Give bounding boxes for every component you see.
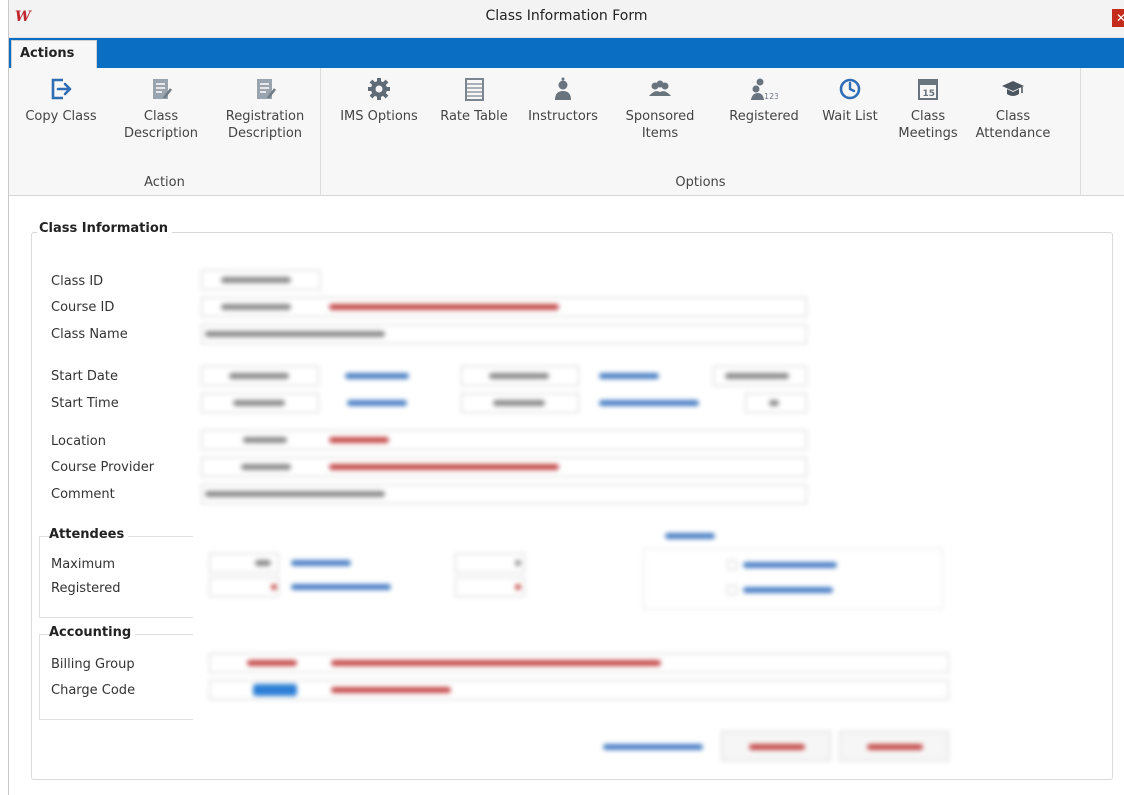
- obscured-text: [515, 560, 521, 566]
- registered-input[interactable]: [209, 577, 279, 597]
- obscured-text: [291, 584, 391, 590]
- obscured-text: [241, 464, 291, 470]
- obscured-text: [599, 373, 659, 379]
- obscured-text: [599, 400, 699, 406]
- obscured-text: [743, 587, 833, 593]
- obscured-text: [867, 744, 923, 750]
- obscured-text: [329, 304, 559, 310]
- obscured-text: [345, 373, 409, 379]
- obscured-text: [347, 400, 407, 406]
- option-checkbox[interactable]: [727, 560, 737, 570]
- obscured-text: [603, 744, 703, 750]
- obscured-text: [329, 464, 559, 470]
- location-input[interactable]: [201, 430, 807, 450]
- options-box: [643, 548, 943, 610]
- option-checkbox[interactable]: [727, 585, 737, 595]
- obscured-text: [291, 560, 351, 566]
- obscured-text: [205, 491, 385, 497]
- obscured-selection: [253, 684, 297, 696]
- obscured-text: [725, 373, 789, 379]
- obscured-text: [229, 373, 289, 379]
- obscured-text: [255, 560, 271, 566]
- charge-code-input[interactable]: [209, 680, 949, 700]
- obscured-text: [271, 584, 277, 590]
- obscured-text: [743, 562, 837, 568]
- obscured-text: [769, 400, 779, 406]
- class-information-window: W Class Information Form ✕ Actions Copy …: [8, 0, 1124, 795]
- obscured-text: [243, 437, 287, 443]
- obscured-text: [221, 304, 291, 310]
- obscured-text: [515, 584, 521, 590]
- obscured-text: [749, 744, 805, 750]
- obscured-text: [493, 400, 545, 406]
- obscured-text: [329, 437, 389, 443]
- obscured-text: [489, 373, 549, 379]
- obscured-text: [665, 533, 715, 539]
- obscured-text: [247, 660, 297, 666]
- obscured-field-values: [9, 0, 1124, 795]
- obscured-text: [221, 277, 291, 283]
- obscured-text: [331, 660, 661, 666]
- obscured-text: [331, 687, 451, 693]
- obscured-text: [205, 331, 385, 337]
- obscured-text: [233, 400, 285, 406]
